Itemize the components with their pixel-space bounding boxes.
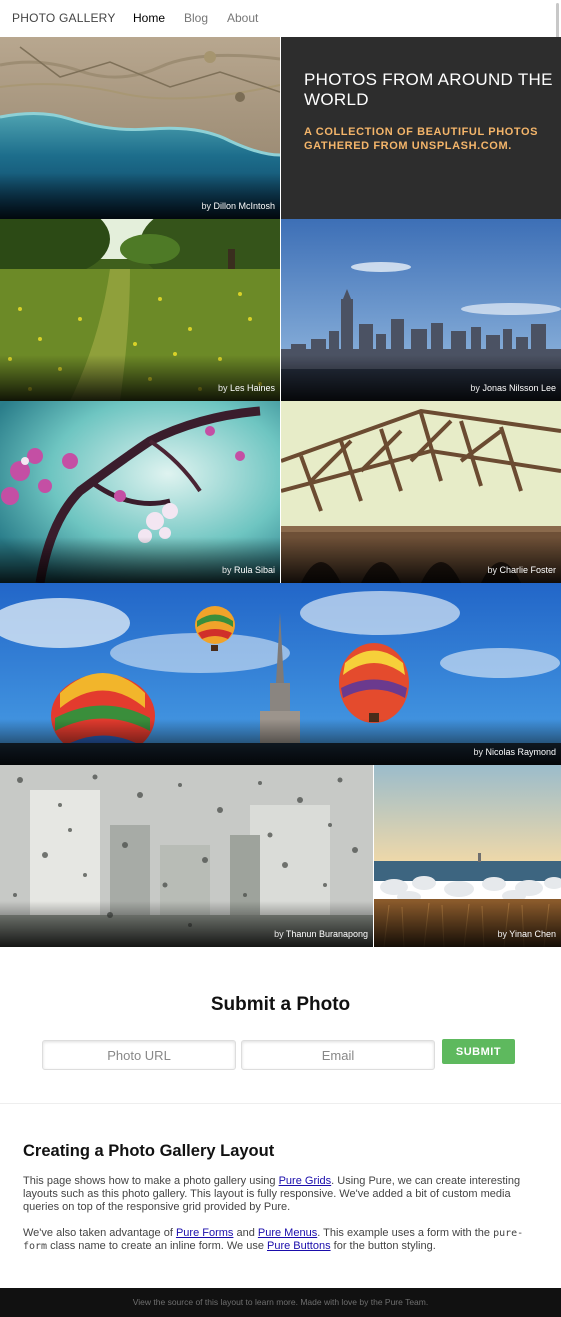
site-header: PHOTO GALLERY Home Blog About <box>0 0 561 37</box>
photo-author: Dillon McIntosh <box>213 201 275 211</box>
photo-rain: by Thanun Buranapong <box>0 765 373 947</box>
form-heading: Submit a Photo <box>210 994 351 1015</box>
hero-subtitle: A COLLECTION OF BEAUTIFUL PHOTOS GATHERE… <box>304 126 539 152</box>
pure-forms-link[interactable]: Pure Forms <box>176 1227 233 1239</box>
site-footer: View the source of this layout to learn … <box>0 1288 561 1317</box>
hero-title: PHOTOS FROM AROUND THE WORLD <box>304 70 553 109</box>
photo-caption: by Jonas Nilsson Lee <box>470 383 556 393</box>
pure-buttons-link[interactable]: Pure Buttons <box>267 1240 331 1252</box>
hero-text-box: PHOTOS FROM AROUND THE WORLD A COLLECTIO… <box>281 37 561 219</box>
photo-caption: by Rula Sibai <box>221 565 275 575</box>
photo-author: Jonas Nilsson Lee <box>482 383 556 393</box>
article-paragraph-2: We've also taken advantage of Pure Forms… <box>23 1227 524 1252</box>
photo-caption: by Les Haines <box>217 383 275 393</box>
section-divider <box>0 1103 561 1104</box>
photo-skyline: by Jonas Nilsson Lee <box>281 219 561 401</box>
photo-blossoms: by Rula Sibai <box>0 401 280 583</box>
photo-caption: by Yinan Chen <box>497 929 556 939</box>
brand-heading[interactable]: PHOTO GALLERY <box>12 11 116 25</box>
photo-author: Rula Sibai <box>233 565 275 575</box>
photo-caption: by Nicolas Raymond <box>473 747 556 757</box>
photo-author: Thanun Buranapong <box>285 929 368 939</box>
nav-blog-link[interactable]: Blog <box>184 11 208 25</box>
photo-author: Yinan Chen <box>509 929 556 939</box>
photo-url-input[interactable] <box>42 1040 236 1070</box>
pure-grids-link[interactable]: Pure Grids <box>279 1175 332 1187</box>
nav-about-link[interactable]: About <box>227 11 258 25</box>
photo-caption: by Charlie Foster <box>487 565 556 575</box>
photo-meadow: by Les Haines <box>0 219 280 401</box>
pure-menus-link[interactable]: Pure Menus <box>258 1227 317 1239</box>
photo-coastline: by Dillon McIntosh <box>0 37 280 219</box>
photo-caption: by Thanun Buranapong <box>274 929 368 939</box>
footer-text: View the source of this layout to learn … <box>132 1297 429 1307</box>
email-input[interactable] <box>241 1040 435 1070</box>
photo-bridge: by Charlie Foster <box>281 401 561 583</box>
photo-caption: by Dillon McIntosh <box>201 201 275 211</box>
submit-button[interactable]: SUBMIT <box>442 1039 515 1064</box>
photo-balloons: by Nicolas Raymond <box>0 583 561 765</box>
photo-author: Charlie Foster <box>499 565 556 575</box>
photo-author: Nicolas Raymond <box>485 747 556 757</box>
article-heading: Creating a Photo Gallery Layout <box>23 1142 275 1160</box>
article-paragraph-1: This page shows how to make a photo gall… <box>23 1175 521 1213</box>
photo-shore: by Yinan Chen <box>374 765 561 947</box>
photo-author: Les Haines <box>229 383 275 393</box>
nav-home-link[interactable]: Home <box>133 11 165 25</box>
